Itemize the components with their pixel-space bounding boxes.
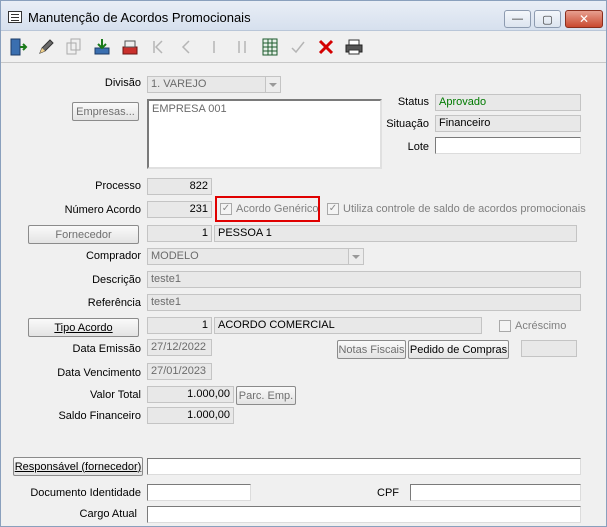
documento-label: Documento Identidade <box>30 487 141 499</box>
highlight-box <box>215 196 320 222</box>
minimize-button[interactable]: — <box>504 10 531 28</box>
import-icon[interactable] <box>89 34 115 60</box>
delete-x-icon[interactable] <box>313 34 339 60</box>
lote-input[interactable] <box>435 137 581 154</box>
parc-emp-button[interactable]: Parc. Emp. <box>236 386 296 405</box>
empresas-listbox[interactable]: EMPRESA 001 <box>147 99 382 169</box>
tipo-acordo-button[interactable]: Tipo Acordo <box>28 318 139 337</box>
fornecedor-code-field: 1 <box>147 225 212 242</box>
window-title: Manutenção de Acordos Promocionais <box>28 10 251 25</box>
data-emissao-label: Data Emissão <box>72 343 141 355</box>
divisao-select[interactable]: 1. VAREJO <box>147 76 281 93</box>
acrescimo-text: Acréscimo <box>515 320 567 332</box>
checkmark-icon: ✓ <box>327 203 339 215</box>
title-bar[interactable]: Manutenção de Acordos Promocionais — ▢ ✕ <box>1 1 606 31</box>
saldo-financeiro-label: Saldo Financeiro <box>58 410 141 422</box>
edit-pencil-icon[interactable] <box>33 34 59 60</box>
valor-total-field: 1.000,00 <box>147 386 234 403</box>
lote-label: Lote <box>407 141 429 153</box>
responsavel-input[interactable] <box>147 458 581 475</box>
checkbox-empty-icon <box>499 320 511 332</box>
tipo-acordo-code-field: 1 <box>147 317 212 334</box>
responsavel-button-label: Responsável (fornecedor) <box>14 460 142 473</box>
chevron-down-icon[interactable] <box>348 249 363 264</box>
acrescimo-checkbox[interactable]: Acréscimo <box>499 320 566 332</box>
utiliza-controle-text: Utiliza controle de saldo de acordos pro… <box>343 203 586 215</box>
comprador-select[interactable]: MODELO <box>147 248 364 265</box>
exit-door-icon[interactable] <box>5 34 31 60</box>
maximize-button[interactable]: ▢ <box>534 10 561 28</box>
copy-icon <box>61 34 87 60</box>
toolbar-separator <box>1 62 606 63</box>
referencia-field[interactable]: teste1 <box>147 294 581 311</box>
last-record-icon <box>229 34 255 60</box>
previous-record-icon <box>173 34 199 60</box>
status-label: Status <box>397 96 429 108</box>
numero-acordo-field: 231 <box>147 201 212 218</box>
cpf-label: CPF <box>377 487 399 499</box>
responsavel-button[interactable]: Responsável (fornecedor) <box>13 457 143 476</box>
cargo-input[interactable] <box>147 506 581 523</box>
fornecedor-button[interactable]: Fornecedor <box>28 225 139 244</box>
valor-total-label: Valor Total <box>90 389 141 401</box>
divisao-value: 1. VAREJO <box>151 78 207 90</box>
validate-icon <box>285 34 311 60</box>
numero-acordo-label: Número Acordo <box>64 204 141 216</box>
tipo-acordo-name-field: ACORDO COMERCIAL <box>214 317 482 334</box>
form-window-icon <box>8 11 22 23</box>
list-item[interactable]: EMPRESA 001 <box>152 103 377 115</box>
status-field: Aprovado <box>435 94 581 111</box>
toolbar <box>5 34 375 60</box>
descricao-field[interactable]: teste1 <box>147 271 581 288</box>
empresas-button[interactable]: Empresas... <box>72 102 139 121</box>
next-record-icon <box>201 34 227 60</box>
situacao-field: Financeiro <box>435 115 581 132</box>
processo-label: Processo <box>95 180 141 192</box>
pedido-compras-button[interactable]: Pedido de Compras <box>408 340 509 359</box>
processo-field: 822 <box>147 178 212 195</box>
utiliza-controle-checkbox[interactable]: ✓ Utiliza controle de saldo de acordos p… <box>327 203 586 215</box>
cargo-label: Cargo Atual <box>79 508 137 520</box>
comprador-value: MODELO <box>151 250 199 262</box>
pedido-compras-field <box>521 340 577 357</box>
first-record-icon <box>145 34 171 60</box>
data-vencimento-field[interactable]: 27/01/2023 <box>147 363 212 380</box>
data-emissao-field[interactable]: 27/12/2022 <box>147 339 212 356</box>
main-window: Manutenção de Acordos Promocionais — ▢ ✕ <box>0 0 607 527</box>
chevron-down-icon[interactable] <box>265 77 280 92</box>
grid-view-icon[interactable] <box>257 34 283 60</box>
documento-input[interactable] <box>147 484 251 501</box>
fornecedor-name-field: PESSOA 1 <box>214 225 577 242</box>
saldo-financeiro-field: 1.000,00 <box>147 407 234 424</box>
cpf-input[interactable] <box>410 484 581 501</box>
save-icon[interactable] <box>117 34 143 60</box>
notas-fiscais-button[interactable]: Notas Fiscais <box>337 340 406 359</box>
close-button[interactable]: ✕ <box>565 10 603 28</box>
comprador-label: Comprador <box>85 250 141 262</box>
tipo-acordo-button-label: Tipo Acordo <box>54 321 113 334</box>
referencia-label: Referência <box>87 297 141 309</box>
divisao-label: Divisão <box>104 77 141 89</box>
print-icon[interactable] <box>341 34 367 60</box>
situacao-label: Situação <box>386 118 429 130</box>
descricao-label: Descrição <box>92 274 141 286</box>
data-vencimento-label: Data Vencimento <box>57 367 141 379</box>
